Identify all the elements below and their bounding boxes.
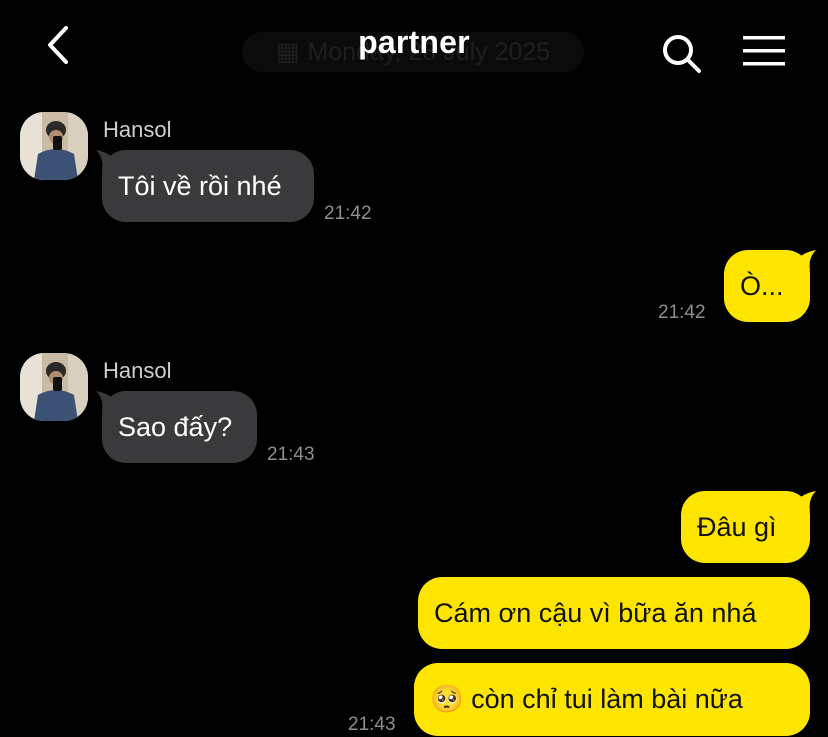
search-icon: [663, 35, 701, 73]
sender-name: Hansol: [103, 358, 172, 383]
message-time: 21:43: [267, 444, 315, 465]
message-time: 21:42: [324, 203, 372, 224]
menu-button[interactable]: [742, 34, 786, 68]
message-bubble-incoming[interactable]: Sao đấy?: [102, 391, 257, 463]
search-button[interactable]: [660, 32, 702, 74]
message-time: 21:43: [348, 714, 396, 735]
message-time: 21:42: [658, 302, 706, 323]
avatar[interactable]: [20, 353, 88, 421]
message-text: còn chỉ tui làm bài nữa: [471, 684, 743, 714]
sender-name: Hansol: [103, 117, 172, 142]
chat-header: ▦ Monday, 28 July 2025 partner: [0, 0, 828, 100]
message-bubble-outgoing[interactable]: 🥺 còn chỉ tui làm bài nữa: [414, 663, 810, 736]
message-bubble-incoming[interactable]: Tôi về rồi nhé: [102, 150, 314, 222]
message-bubble-outgoing[interactable]: Cám ơn cậu vì bữa ăn nhá: [418, 577, 810, 649]
profile-photo-icon: [20, 112, 88, 180]
chat-title: partner: [358, 24, 470, 60]
pleading-face-emoji: 🥺: [430, 684, 464, 715]
message-bubble-outgoing[interactable]: Đâu gì: [681, 491, 810, 563]
profile-photo-icon: [20, 353, 88, 421]
message-bubble-outgoing[interactable]: Ò...: [724, 250, 810, 322]
avatar[interactable]: [20, 112, 88, 180]
hamburger-menu-icon: [743, 36, 785, 66]
